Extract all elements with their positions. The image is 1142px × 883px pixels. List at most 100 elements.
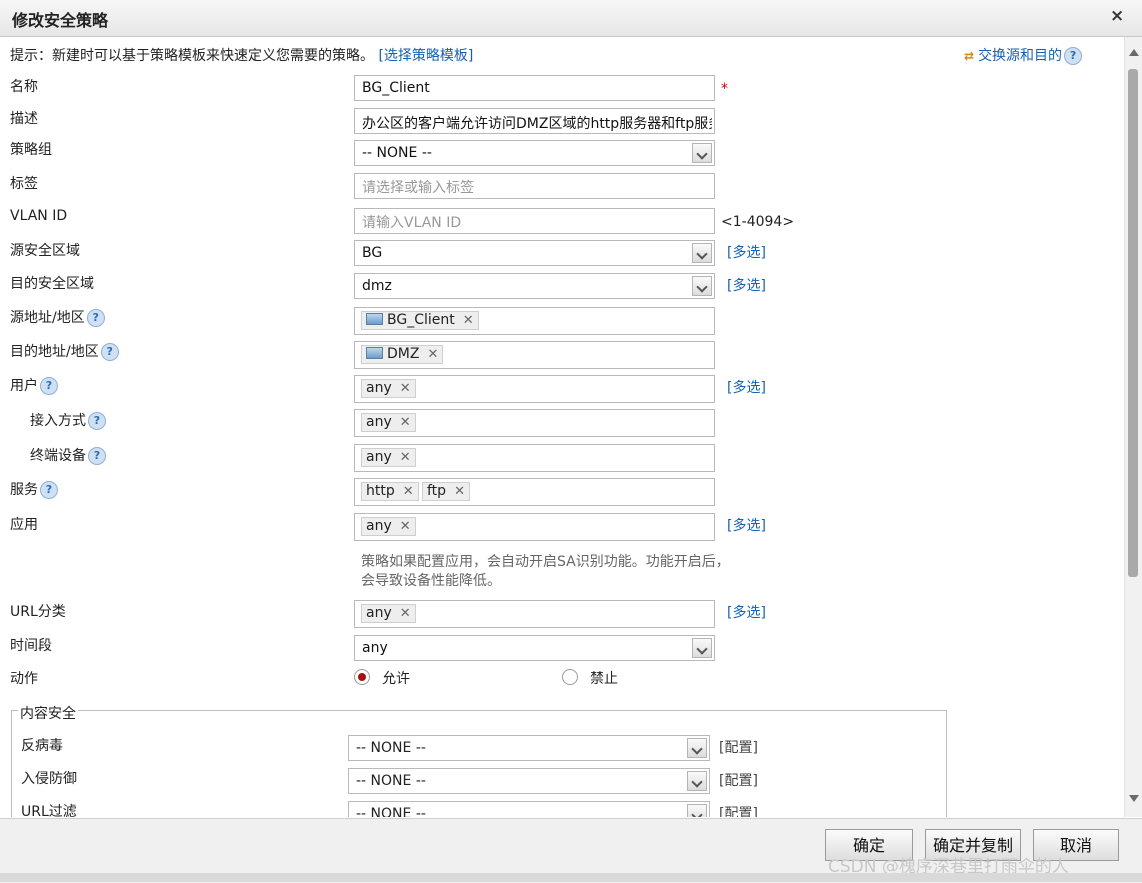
chevron-down-icon[interactable] bbox=[692, 276, 712, 296]
url-category-field[interactable]: any ✕ bbox=[354, 600, 715, 628]
terminal-label: 终端设备? bbox=[30, 445, 106, 465]
chevron-down-icon[interactable] bbox=[692, 143, 712, 163]
name-value: BG_Client bbox=[362, 80, 430, 96]
help-icon[interactable]: ? bbox=[100, 343, 119, 361]
service-tag: ftp ✕ bbox=[422, 482, 470, 501]
scrollbar-thumb[interactable] bbox=[1128, 69, 1138, 577]
ips-label: 入侵防御 bbox=[21, 771, 77, 787]
vlan-id-input[interactable]: 请输入VLAN ID bbox=[354, 208, 715, 234]
remove-tag-icon[interactable]: ✕ bbox=[400, 606, 411, 621]
remove-tag-icon[interactable]: ✕ bbox=[403, 484, 414, 499]
swap-arrows-icon: ⇄ bbox=[964, 49, 975, 63]
swap-label: 交换源和目的 bbox=[978, 48, 1063, 64]
url-filter-label: URL过滤 bbox=[21, 804, 77, 817]
description-input[interactable]: 办公区的客户端允许访问DMZ区域的http服务器和ftp服务器 bbox=[354, 108, 715, 134]
terminal-tag-label: any bbox=[366, 449, 392, 465]
url-tag-label: any bbox=[366, 605, 392, 621]
remove-tag-icon[interactable]: ✕ bbox=[400, 450, 411, 465]
bottom-border bbox=[0, 873, 1142, 882]
url-filter-config-link[interactable]: [配置] bbox=[719, 803, 758, 817]
user-tag-label: any bbox=[366, 380, 392, 396]
user-label: 用户? bbox=[10, 375, 58, 395]
service-tag-label: ftp bbox=[427, 483, 447, 499]
terminal-device-field[interactable]: any ✕ bbox=[354, 444, 715, 472]
service-tag-label: http bbox=[366, 483, 395, 499]
time-label: 时间段 bbox=[10, 638, 52, 654]
access-method-field[interactable]: any ✕ bbox=[354, 409, 715, 437]
url-filter-select[interactable]: -- NONE -- bbox=[348, 801, 710, 817]
remove-tag-icon[interactable]: ✕ bbox=[463, 313, 474, 328]
url-label: URL分类 bbox=[10, 604, 66, 620]
url-filter-value: -- NONE -- bbox=[356, 806, 426, 817]
ips-select[interactable]: -- NONE -- bbox=[348, 768, 710, 794]
src-zone-label: 源安全区域 bbox=[10, 243, 80, 259]
chevron-down-icon[interactable] bbox=[687, 804, 707, 817]
help-icon[interactable]: ? bbox=[40, 481, 58, 499]
access-label-text: 接入方式 bbox=[30, 413, 86, 429]
remove-tag-icon[interactable]: ✕ bbox=[400, 381, 411, 396]
time-range-value: any bbox=[362, 640, 388, 656]
antivirus-select[interactable]: -- NONE -- bbox=[348, 735, 710, 761]
dialog-body[interactable]: 提示：新建时可以基于策略模板来快速定义您需要的策略。 [选择策略模板] ⇄ 交换源… bbox=[0, 37, 1124, 817]
remove-tag-icon[interactable]: ✕ bbox=[427, 347, 438, 362]
close-icon[interactable]: × bbox=[1110, 6, 1124, 26]
service-label-text: 服务 bbox=[10, 482, 38, 498]
chevron-down-icon[interactable] bbox=[687, 771, 707, 791]
source-zone-multiselect-link[interactable]: [多选] bbox=[727, 242, 766, 262]
vertical-scrollbar[interactable] bbox=[1124, 37, 1142, 817]
vlan-label: VLAN ID bbox=[10, 208, 68, 224]
terminal-label-text: 终端设备 bbox=[30, 448, 86, 464]
allow-radio[interactable] bbox=[354, 669, 370, 685]
application-field[interactable]: any ✕ bbox=[354, 513, 715, 541]
tag-input[interactable]: 请选择或输入标签 bbox=[354, 173, 715, 199]
dst-addr-label-text: 目的地址/地区 bbox=[10, 344, 99, 360]
dest-zone-select[interactable]: dmz bbox=[354, 273, 715, 299]
name-input[interactable]: BG_Client bbox=[354, 75, 715, 101]
help-icon[interactable]: ? bbox=[88, 447, 106, 465]
allow-label[interactable]: 允许 bbox=[382, 668, 410, 688]
antivirus-config-link[interactable]: [配置] bbox=[719, 737, 758, 757]
remove-tag-icon[interactable]: ✕ bbox=[400, 415, 411, 430]
user-field[interactable]: any ✕ bbox=[354, 375, 715, 403]
app-multiselect-link[interactable]: [多选] bbox=[727, 515, 766, 535]
policy-group-select[interactable]: -- NONE -- bbox=[354, 140, 715, 166]
deny-radio[interactable] bbox=[562, 669, 578, 685]
required-mark: * bbox=[721, 81, 728, 97]
dst-addr-label: 目的地址/地区? bbox=[10, 341, 119, 361]
help-icon[interactable]: ? bbox=[88, 412, 106, 430]
address-tag-label: BG_Client bbox=[387, 312, 455, 328]
app-tag: any ✕ bbox=[361, 517, 416, 536]
chevron-down-icon[interactable] bbox=[692, 638, 712, 658]
source-zone-select[interactable]: BG bbox=[354, 240, 715, 266]
swap-source-dest-link[interactable]: ⇄ 交换源和目的? bbox=[964, 45, 1083, 65]
src-addr-label: 源地址/地区? bbox=[10, 307, 105, 327]
help-icon[interactable]: ? bbox=[86, 309, 105, 327]
remove-tag-icon[interactable]: ✕ bbox=[454, 484, 465, 499]
remove-tag-icon[interactable]: ✕ bbox=[400, 519, 411, 534]
deny-label[interactable]: 禁止 bbox=[590, 668, 618, 688]
dest-address-field[interactable]: DMZ ✕ bbox=[354, 341, 715, 369]
user-multiselect-link[interactable]: [多选] bbox=[727, 377, 766, 397]
dst-zone-label: 目的安全区域 bbox=[10, 276, 94, 292]
service-tag: http ✕ bbox=[361, 482, 419, 501]
content-security-legend: 内容安全 bbox=[18, 703, 78, 723]
group-label: 策略组 bbox=[10, 142, 52, 158]
vlan-placeholder: 请输入VLAN ID bbox=[362, 215, 462, 231]
service-field[interactable]: http ✕ ftp ✕ bbox=[354, 478, 715, 506]
access-tag-label: any bbox=[366, 414, 392, 430]
chevron-down-icon[interactable] bbox=[692, 243, 712, 263]
dest-zone-multiselect-link[interactable]: [多选] bbox=[727, 275, 766, 295]
vlan-range-hint: <1-4094> bbox=[721, 214, 795, 230]
hint-bar: 提示：新建时可以基于策略模板来快速定义您需要的策略。 [选择策略模板] bbox=[10, 45, 473, 65]
source-address-field[interactable]: BG_Client ✕ bbox=[354, 307, 715, 335]
ips-config-link[interactable]: [配置] bbox=[719, 770, 758, 790]
help-icon[interactable]: ? bbox=[1064, 47, 1083, 65]
time-range-select[interactable]: any bbox=[354, 635, 715, 661]
scroll-down-arrow-icon[interactable] bbox=[1129, 795, 1139, 802]
url-multiselect-link[interactable]: [多选] bbox=[727, 602, 766, 622]
chevron-down-icon[interactable] bbox=[687, 738, 707, 758]
select-template-link[interactable]: [选择策略模板] bbox=[378, 48, 473, 64]
help-icon[interactable]: ? bbox=[40, 377, 58, 395]
antivirus-value: -- NONE -- bbox=[356, 740, 426, 756]
scroll-up-arrow-icon[interactable] bbox=[1129, 49, 1139, 56]
